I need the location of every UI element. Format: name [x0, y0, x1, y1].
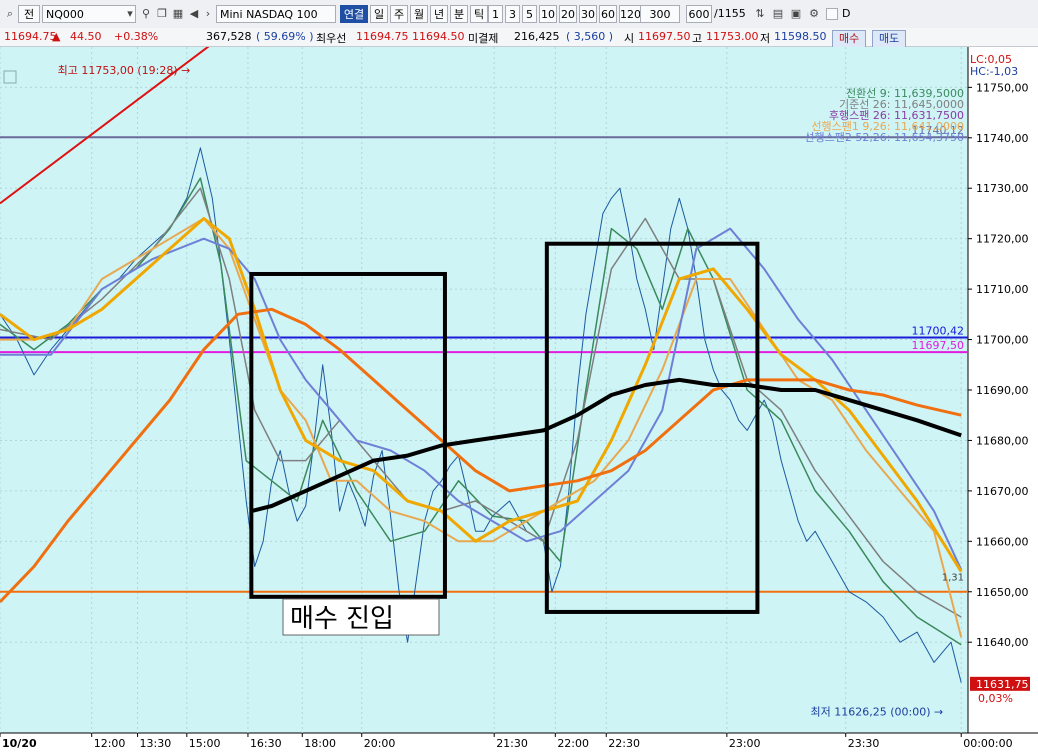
- y-tick-label: 11640,00: [976, 636, 1029, 649]
- save-icon[interactable]: ▣: [788, 5, 804, 23]
- best-label: 최우선: [316, 32, 347, 45]
- interval-button[interactable]: 3: [505, 5, 520, 23]
- count-select[interactable]: 300: [640, 5, 680, 23]
- interval-button[interactable]: 1: [488, 5, 503, 23]
- x-tick-label: 15:00: [189, 737, 221, 749]
- gear-icon[interactable]: ⚙: [806, 5, 822, 23]
- chart-svg[interactable]: 11740,1211700,4211697,50 최고 11753,00 (19…: [0, 10, 1038, 750]
- search-icon[interactable]: ⚲: [138, 5, 154, 23]
- sell-button[interactable]: 매도: [872, 30, 907, 48]
- x-tick-label: 21:30: [496, 737, 528, 749]
- period-button[interactable]: 일: [370, 5, 388, 23]
- x-tick-label: 23:30: [848, 737, 880, 749]
- best-bid: 11694.50: [412, 30, 465, 43]
- volume-ratio: ( 59.69% ): [256, 30, 314, 43]
- low-label: 저: [760, 32, 771, 45]
- best-ask: 11694.75: [356, 30, 409, 43]
- y-tick-label: 11680,00: [976, 434, 1029, 447]
- period-button[interactable]: 분: [450, 5, 468, 23]
- low-price: 11598.50: [774, 30, 827, 43]
- small-label: 1,31: [942, 573, 964, 584]
- checkbox-label: D: [842, 7, 851, 20]
- interval-button[interactable]: 120: [619, 5, 641, 23]
- reference-line-label: 11697,50: [912, 339, 965, 352]
- x-tick-label: 12:00: [94, 737, 126, 749]
- volume: 367,528: [206, 30, 252, 43]
- price-chart[interactable]: 11740,12 11700,42 11697,50 최고 11753,00 (19…: [0, 10, 1038, 750]
- x-tick-label: 16:30: [250, 737, 282, 749]
- scale-icon[interactable]: ⇅: [752, 5, 768, 23]
- y-tick-label: 11750,00: [976, 81, 1029, 94]
- high-label: 고: [692, 32, 703, 45]
- chevron-down-icon[interactable]: ▾: [122, 5, 138, 23]
- search-lens-icon[interactable]: ⌕: [2, 5, 18, 23]
- period-button[interactable]: 년: [430, 5, 448, 23]
- grid-icon[interactable]: ▦: [170, 5, 186, 23]
- total-count: /1155: [714, 7, 746, 20]
- period-button[interactable]: 주: [390, 5, 408, 23]
- y-tick-label: 11670,00: [976, 485, 1029, 498]
- chevron-right-icon[interactable]: ›: [200, 5, 216, 23]
- chart-window: ⌕ 전 NQ000 ▾ ⚲ ❐ ▦ ◀ › Mini NASDAQ 100 연결…: [0, 0, 1038, 750]
- y-tick-label: 11660,00: [976, 535, 1029, 548]
- interval-button[interactable]: 60: [599, 5, 617, 23]
- open-interest: 216,425: [514, 30, 560, 43]
- x-tick-label: 13:30: [140, 737, 172, 749]
- copy-icon[interactable]: ❐: [154, 5, 170, 23]
- y-tick-label: 11730,00: [976, 182, 1029, 195]
- x-tick-label: 18:00: [304, 737, 336, 749]
- y-tick-label: 11690,00: [976, 384, 1029, 397]
- current-price-label: 11631,75: [976, 678, 1029, 691]
- view-count-input[interactable]: 600: [686, 5, 712, 23]
- buy-entry-text: 매수 진입: [290, 604, 394, 634]
- quote-bar: 11694.75 ▲ 44.50 +0.38% 367,528 ( 59.69%…: [0, 28, 1038, 48]
- interval-button[interactable]: 5: [522, 5, 537, 23]
- x-tick-label: 22:00: [557, 737, 589, 749]
- reference-line-label: 11700,42: [912, 324, 965, 337]
- interval-button[interactable]: 20: [559, 5, 577, 23]
- open-interest-change: ( 3,560 ): [566, 30, 614, 43]
- period-button[interactable]: 연결: [340, 5, 368, 23]
- price-change: 44.50: [70, 30, 102, 43]
- x-tick-label: 10/20: [2, 737, 37, 749]
- interval-button[interactable]: 30: [579, 5, 597, 23]
- option-checkbox[interactable]: [826, 8, 838, 20]
- toolbar: ⌕ 전 NQ000 ▾ ⚲ ❐ ▦ ◀ › Mini NASDAQ 100 연결…: [0, 0, 1038, 29]
- y-tick-label: 11720,00: [976, 233, 1029, 246]
- hc-label: HC:-1,03: [970, 65, 1018, 78]
- interval-button[interactable]: 10: [539, 5, 557, 23]
- low-annotation: 최저 11626,25 (00:00) →: [810, 706, 943, 719]
- legend-entry: 선행스팬2 52,26: 11,654,3750: [804, 131, 964, 144]
- current-change-label: 0,03%: [978, 692, 1013, 705]
- table-icon[interactable]: ▤: [770, 5, 786, 23]
- period-button[interactable]: 월: [410, 5, 428, 23]
- y-tick-label: 11710,00: [976, 283, 1029, 296]
- x-tick-label: 22:30: [608, 737, 640, 749]
- symbol-name: Mini NASDAQ 100: [216, 5, 336, 23]
- high-annotation: 최고 11753,00 (19:28) →: [58, 64, 191, 77]
- open-price: 11697.50: [638, 30, 691, 43]
- y-tick-label: 11700,00: [976, 334, 1029, 347]
- y-tick-label: 11740,00: [976, 132, 1029, 145]
- price-change-pct: +0.38%: [114, 30, 159, 43]
- x-tick-label: 20:00: [364, 737, 396, 749]
- high-price: 11753.00: [706, 30, 759, 43]
- change-arrow: ▲: [52, 30, 61, 43]
- x-tick-label: 23:00: [729, 737, 761, 749]
- open-label: 시: [624, 32, 635, 45]
- period-button[interactable]: 틱: [470, 5, 488, 23]
- buy-button[interactable]: 매수: [832, 30, 867, 48]
- y-tick-label: 11650,00: [976, 586, 1029, 599]
- x-tick-label: 00:00:00: [963, 737, 1012, 749]
- type-selector[interactable]: 전: [18, 5, 40, 23]
- current-price: 11694.75: [4, 30, 57, 43]
- open-interest-label: 미결제: [468, 32, 499, 45]
